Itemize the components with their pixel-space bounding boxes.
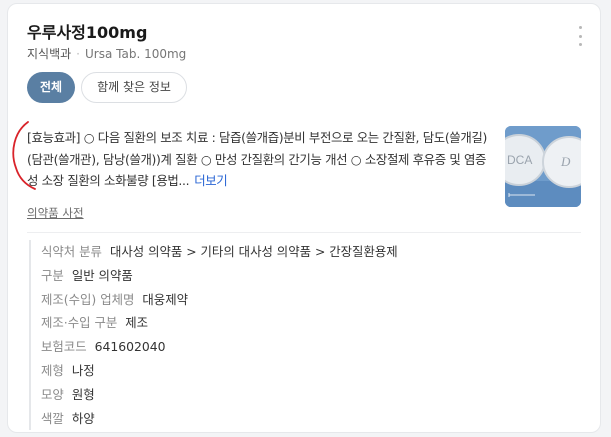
info-row-classification: 식약처 분류 대사성 의약품 > 기타의 대사성 의약품 > 간장질환용제 [41, 240, 398, 264]
separator-dot: · [76, 47, 80, 61]
info-value: 나정 [71, 362, 95, 378]
imprint-left-text: DCA [507, 153, 532, 167]
info-row-manufacture-type: 제조·수입 구분 제조 [41, 311, 398, 335]
info-value: 제조 [125, 315, 149, 331]
english-name: Ursa Tab. 100mg [85, 47, 187, 61]
pill-image: DCA D [505, 126, 581, 207]
info-key: 식약처 분류 [41, 244, 102, 259]
info-value: 대웅제약 [142, 291, 189, 307]
tab-related-info[interactable]: 함께 찾은 정보 [81, 72, 187, 103]
info-key: 구분 [41, 267, 64, 283]
info-row-category: 구분 일반 의약품 [41, 264, 398, 288]
info-key: 제형 [41, 362, 64, 378]
info-value: 대사성 의약품 > 기타의 대사성 의약품 > 간장질환용제 [109, 244, 398, 259]
tab-bar: 전체 함께 찾은 정보 [27, 72, 187, 103]
info-value: 원형 [71, 386, 95, 402]
info-row-insurance-code: 보험코드 641602040 [41, 335, 398, 359]
pill-thumbnail[interactable]: DCA D [505, 126, 581, 207]
efficacy-description: [효능효과] ○ 다음 질환의 보조 치료 : 담즙(쓸개즙)분비 부전으로 오… [27, 127, 493, 192]
tab-all[interactable]: 전체 [27, 72, 76, 103]
info-key: 제조(수입) 업체명 [41, 291, 135, 307]
info-row-shape: 모양 원형 [41, 383, 398, 407]
info-value: 일반 의약품 [71, 267, 133, 283]
page-title: 우루사정100mg [27, 23, 148, 42]
info-row-manufacturer: 제조(수입) 업체명 대웅제약 [41, 288, 398, 312]
description-text: [효능효과] ○ 다음 질환의 보조 치료 : 담즙(쓸개즙)분비 부전으로 오… [27, 130, 487, 189]
info-key: 제조·수입 구분 [41, 315, 118, 331]
source-label: 지식백과 [27, 47, 72, 61]
info-key: 모양 [41, 386, 64, 402]
drug-info-list: 식약처 분류 대사성 의약품 > 기타의 대사성 의약품 > 간장질환용제 구분 일… [29, 240, 398, 431]
subtitle: 지식백과 · Ursa Tab. 100mg [27, 45, 186, 62]
imprint-right-text: D [560, 154, 571, 169]
info-row-form: 제형 나정 [41, 359, 398, 383]
section-divider [27, 232, 581, 233]
info-row-color: 색깔 하양 [41, 407, 398, 431]
info-value: 641602040 [94, 339, 166, 355]
more-options-icon[interactable] [574, 26, 586, 46]
info-key: 보험코드 [41, 339, 87, 355]
more-link[interactable]: 더보기 [194, 173, 228, 188]
drug-dictionary-link[interactable]: 의약품 사전 [27, 205, 84, 221]
info-key: 색깔 [41, 410, 64, 426]
drug-info-card: 우루사정100mg 지식백과 · Ursa Tab. 100mg 전체 함께 찾은 … [7, 3, 601, 433]
info-value: 하양 [71, 410, 95, 426]
